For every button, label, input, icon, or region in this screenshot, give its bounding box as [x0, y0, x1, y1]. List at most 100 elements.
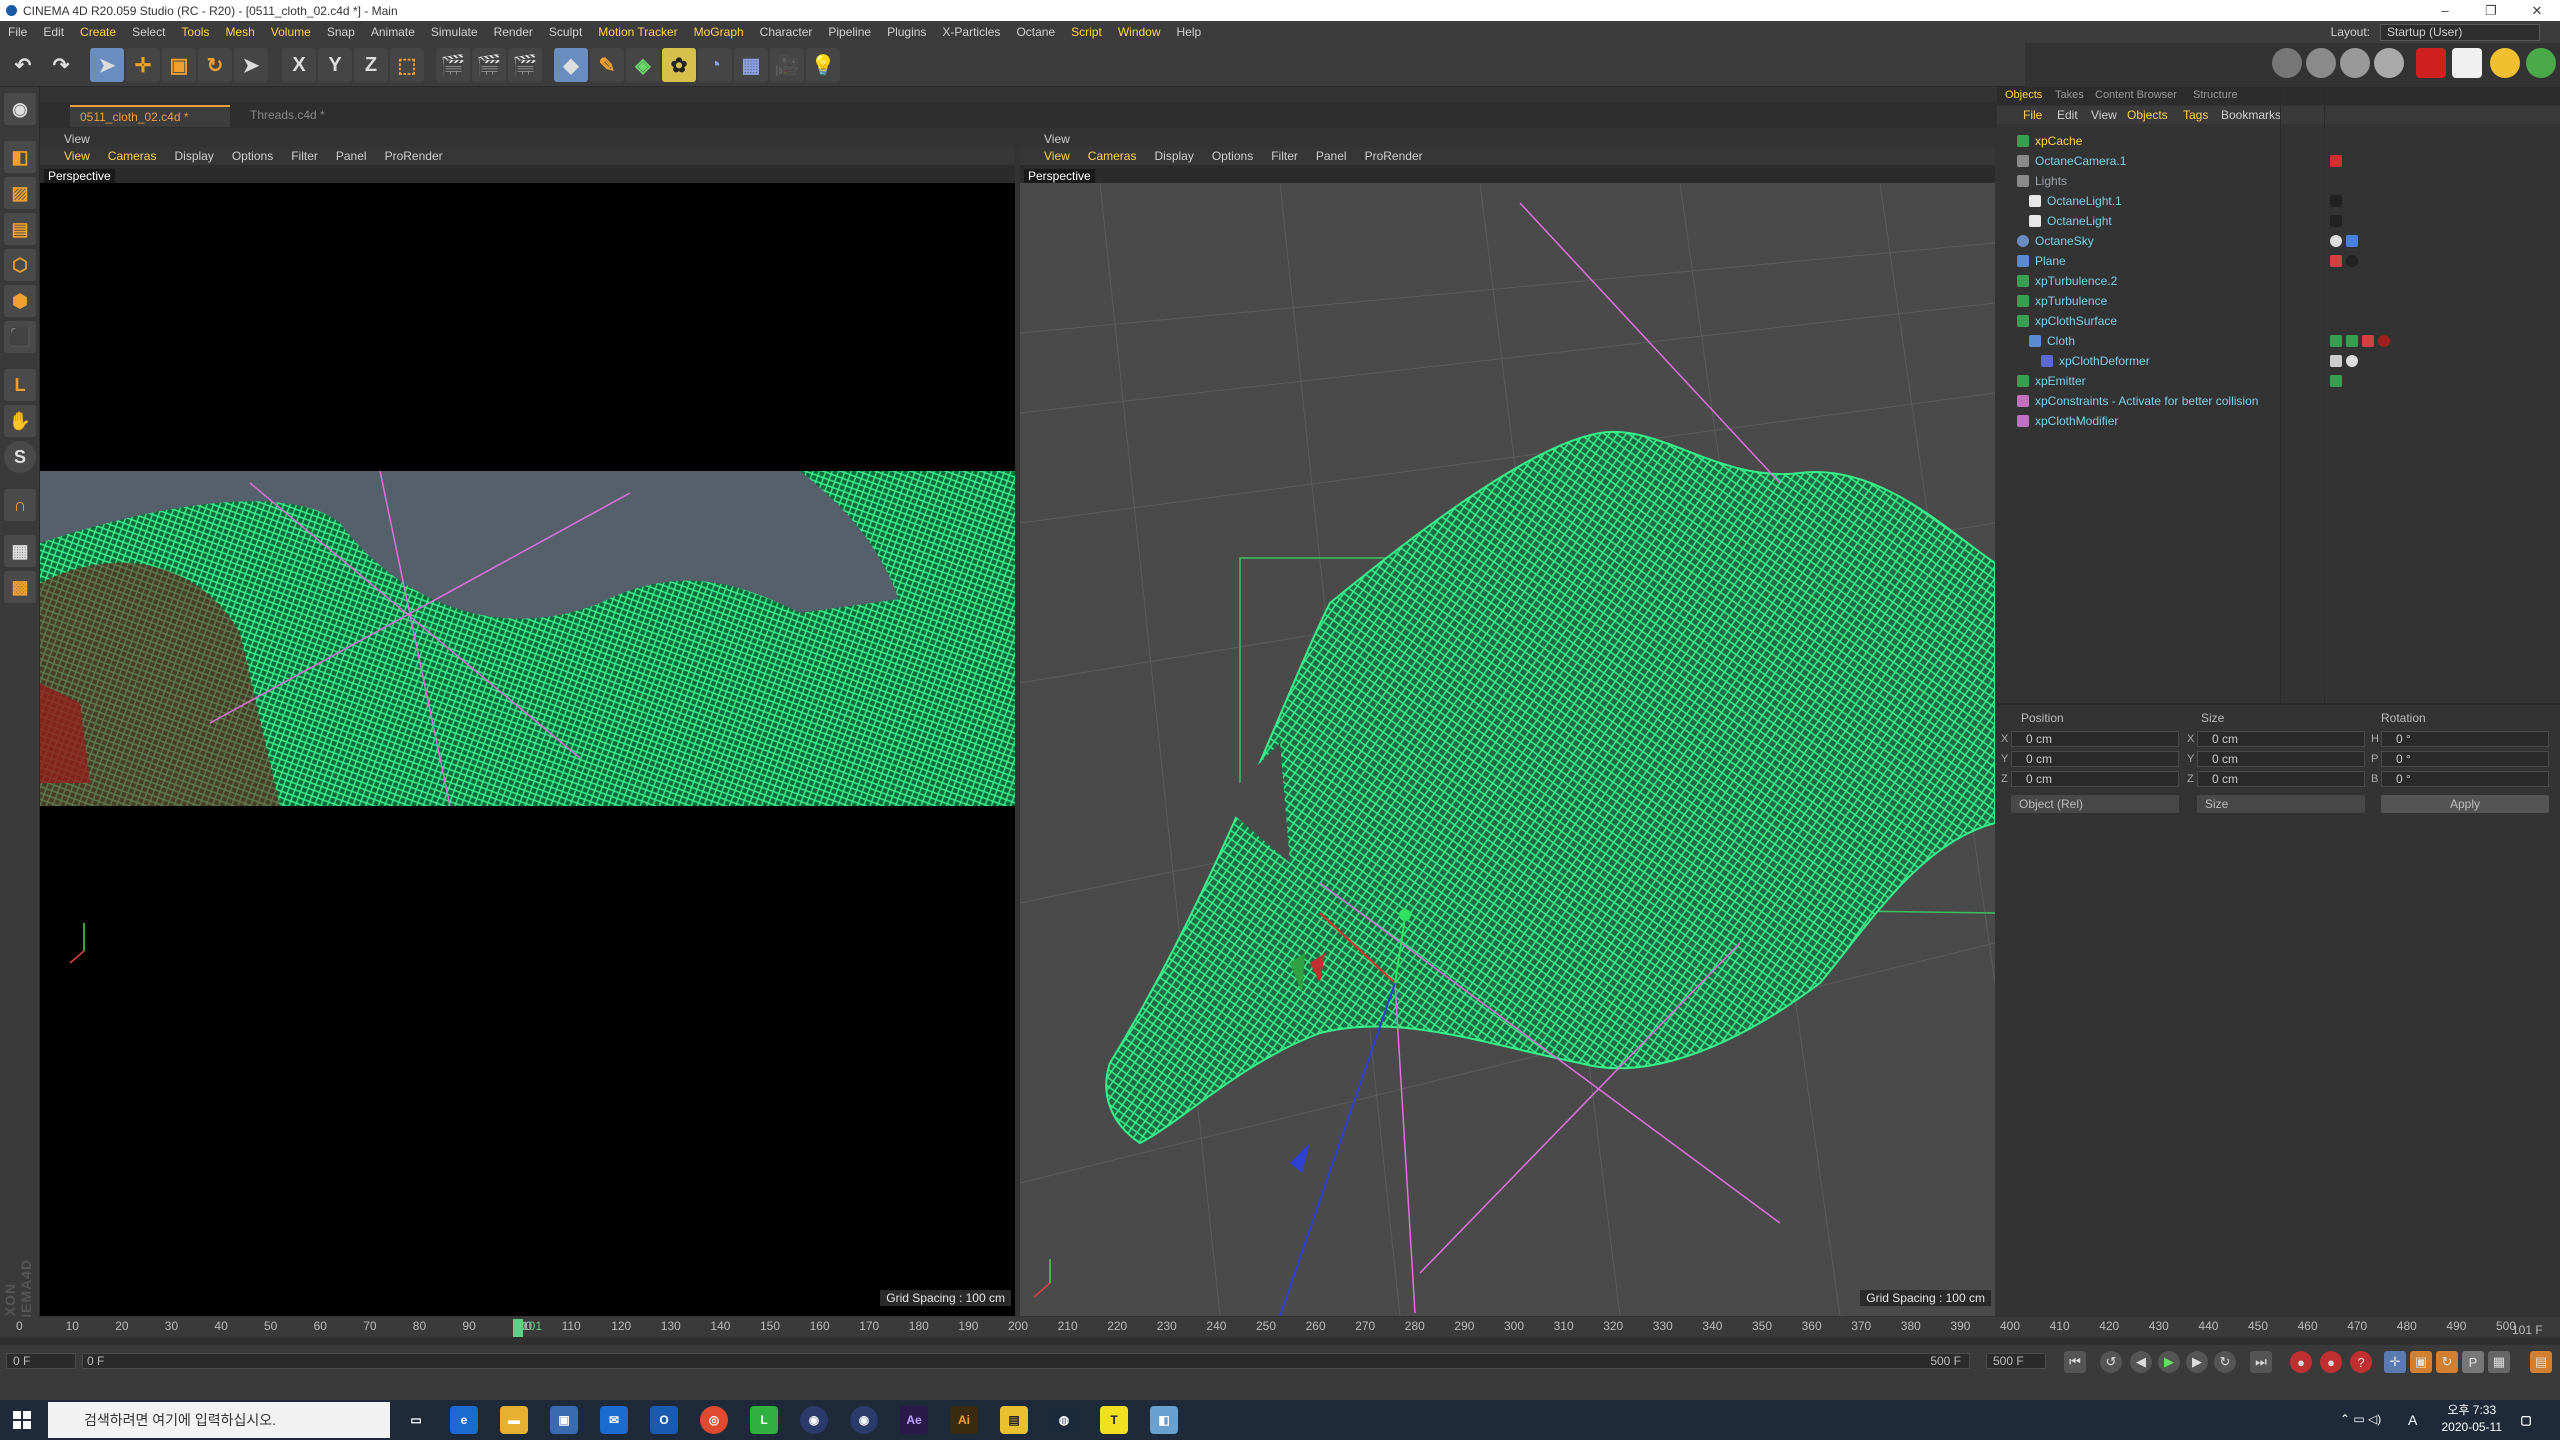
octane-camera-tag-icon[interactable] — [2330, 155, 2342, 167]
record-position-button[interactable]: ✛ — [2384, 1351, 2406, 1373]
keyframe-selection-button[interactable]: ? — [2350, 1351, 2372, 1373]
material-tag-icon[interactable] — [2346, 235, 2358, 247]
ime-indicator[interactable]: A — [2408, 1412, 2417, 1428]
vp-left-menu-panel[interactable]: Panel — [336, 149, 367, 163]
camera-icon[interactable]: 🎥 — [770, 48, 804, 82]
texture-mode-icon[interactable]: ▨ — [4, 177, 36, 209]
points-mode-icon[interactable]: ⬡ — [4, 249, 36, 281]
lock-workplane-icon[interactable]: ▦ — [4, 535, 36, 567]
om-menu-tags[interactable]: Tags — [2183, 108, 2208, 122]
rotation-b-field[interactable]: 0 ° — [2381, 771, 2549, 787]
vp-right-menu-panel[interactable]: Panel — [1316, 149, 1347, 163]
polygons-mode-icon[interactable]: ⬛ — [4, 321, 36, 353]
object-row-octanesky[interactable]: OctaneSky — [1997, 231, 2560, 251]
tab-objects[interactable]: Objects — [2005, 89, 2042, 101]
vp-right-menu-cameras[interactable]: Cameras — [1088, 149, 1137, 163]
file-explorer-icon[interactable]: ▬ — [500, 1406, 528, 1434]
scale-tool[interactable]: ▣ — [162, 48, 196, 82]
play-button[interactable]: ▶ — [2158, 1351, 2180, 1373]
frame-range-slider[interactable]: 0 F 500 F — [82, 1353, 1970, 1369]
task-view-icon[interactable]: ▭ — [402, 1406, 430, 1434]
compositing-tag-icon[interactable] — [2330, 255, 2342, 267]
after-effects-icon[interactable]: Ae — [900, 1406, 928, 1434]
menu-edit[interactable]: Edit — [43, 25, 64, 39]
menu-x-particles[interactable]: X-Particles — [942, 25, 1000, 39]
rotate-tool[interactable]: ↻ — [198, 48, 232, 82]
field-icon[interactable]: ◔ — [698, 48, 732, 82]
prev-frame-button[interactable]: ◀ — [2130, 1351, 2152, 1373]
object-row-cloth[interactable]: Cloth — [1997, 331, 2560, 351]
snap-icon[interactable]: S — [4, 441, 36, 473]
octane-texture-icon[interactable] — [2340, 48, 2370, 78]
menu-pipeline[interactable]: Pipeline — [828, 25, 871, 39]
vp-left-menu-filter[interactable]: Filter — [291, 149, 318, 163]
maximize-button[interactable]: ❐ — [2468, 0, 2514, 21]
octane-sphere-icon[interactable] — [2272, 48, 2302, 78]
line-messenger-icon[interactable]: L — [750, 1406, 778, 1434]
size-y-field[interactable]: 0 cm — [2197, 751, 2365, 767]
menu-script[interactable]: Script — [1071, 25, 1102, 39]
size-z-field[interactable]: 0 cm — [2197, 771, 2365, 787]
vp-left-menu-options[interactable]: Options — [232, 149, 273, 163]
make-editable-icon[interactable]: ◉ — [4, 93, 36, 125]
octane-sun-icon[interactable] — [2490, 48, 2520, 78]
object-row-xpconstraints[interactable]: xpConstraints - Activate for better coll… — [1997, 391, 2560, 411]
move-tool[interactable]: ✛ — [126, 48, 160, 82]
object-row-xpturbulence2[interactable]: xpTurbulence.2 — [1997, 271, 2560, 291]
outlook-icon[interactable]: O — [650, 1406, 678, 1434]
menu-character[interactable]: Character — [760, 25, 813, 39]
vp-left-menu-prorender[interactable]: ProRender — [385, 149, 443, 163]
minimize-button[interactable]: – — [2422, 0, 2468, 21]
menu-render[interactable]: Render — [494, 25, 533, 39]
live-selection-tool[interactable]: ➤ — [90, 48, 124, 82]
mail-icon[interactable]: ✉ — [600, 1406, 628, 1434]
cube-object-icon[interactable]: ◆ — [554, 48, 588, 82]
menu-tools[interactable]: Tools — [181, 25, 209, 39]
next-frame-button[interactable]: ▶ — [2186, 1351, 2208, 1373]
viewport-right-render-area[interactable] — [1019, 182, 1996, 1317]
menu-help[interactable]: Help — [1177, 25, 1202, 39]
om-menu-view[interactable]: View — [2091, 108, 2117, 122]
axis-mode-icon[interactable]: L — [4, 369, 36, 401]
workplane-icon[interactable]: ▤ — [4, 213, 36, 245]
prev-key-button[interactable]: ↺ — [2100, 1351, 2122, 1373]
end-frame-field[interactable]: 500 F — [1986, 1353, 2046, 1369]
goto-start-button[interactable]: ⏮ — [2064, 1351, 2086, 1373]
doc-tab-threads[interactable]: Threads.c4d * — [240, 105, 392, 127]
octane-light-tag-icon[interactable] — [2330, 195, 2342, 207]
store-icon[interactable]: ▣ — [550, 1406, 578, 1434]
pen-spline-icon[interactable]: ✎ — [590, 48, 624, 82]
object-row-xpemitter[interactable]: xpEmitter — [1997, 371, 2560, 391]
record-active-button[interactable]: ● — [2290, 1351, 2312, 1373]
size-x-field[interactable]: 0 cm — [2197, 731, 2365, 747]
axis-y-button[interactable]: Y — [318, 48, 352, 82]
vp-right-menu-prorender[interactable]: ProRender — [1365, 149, 1423, 163]
layout-select[interactable]: Startup (User) — [2380, 24, 2540, 41]
om-menu-objects[interactable]: Objects — [2127, 108, 2168, 122]
cinema4d-active-taskbar-icon[interactable]: ◉ — [850, 1406, 878, 1434]
octane-env-tag-icon[interactable] — [2330, 235, 2342, 247]
octane-light-tag-icon[interactable] — [2330, 215, 2342, 227]
record-scale-button[interactable]: ▣ — [2410, 1351, 2432, 1373]
render-view-icon[interactable]: 🎬 — [436, 48, 470, 82]
position-z-field[interactable]: 0 cm — [2011, 771, 2179, 787]
timeline-ruler[interactable]: 0102030405060708090100110120130140150160… — [0, 1317, 2560, 1337]
object-row-xpclothdeformer[interactable]: xpClothDeformer — [1997, 351, 2560, 371]
menu-window[interactable]: Window — [1118, 25, 1161, 39]
menu-mesh[interactable]: Mesh — [225, 25, 254, 39]
apply-button[interactable]: Apply — [2381, 795, 2549, 813]
record-parameter-button[interactable]: P — [2462, 1351, 2484, 1373]
notification-icon[interactable]: ▢ — [2512, 1406, 2540, 1434]
tab-content-browser[interactable]: Content Browser — [2095, 89, 2177, 101]
size-mode-dropdown[interactable]: Size — [2197, 795, 2365, 813]
render-settings-icon[interactable]: 🎬 — [508, 48, 542, 82]
file-icon[interactable]: ◧ — [1150, 1406, 1178, 1434]
next-key-button[interactable]: ↻ — [2214, 1351, 2236, 1373]
octane-env-icon[interactable] — [2374, 48, 2404, 78]
illustrator-icon[interactable]: Ai — [950, 1406, 978, 1434]
object-row-octanelight1[interactable]: OctaneLight.1 — [1997, 191, 2560, 211]
menu-sculpt[interactable]: Sculpt — [549, 25, 582, 39]
windows-start-icon[interactable] — [0, 1400, 44, 1440]
viewport-left-render-area[interactable] — [40, 183, 1015, 1316]
taskbar-search-input[interactable]: 검색하려면 여기에 입력하십시오. — [48, 1402, 390, 1438]
